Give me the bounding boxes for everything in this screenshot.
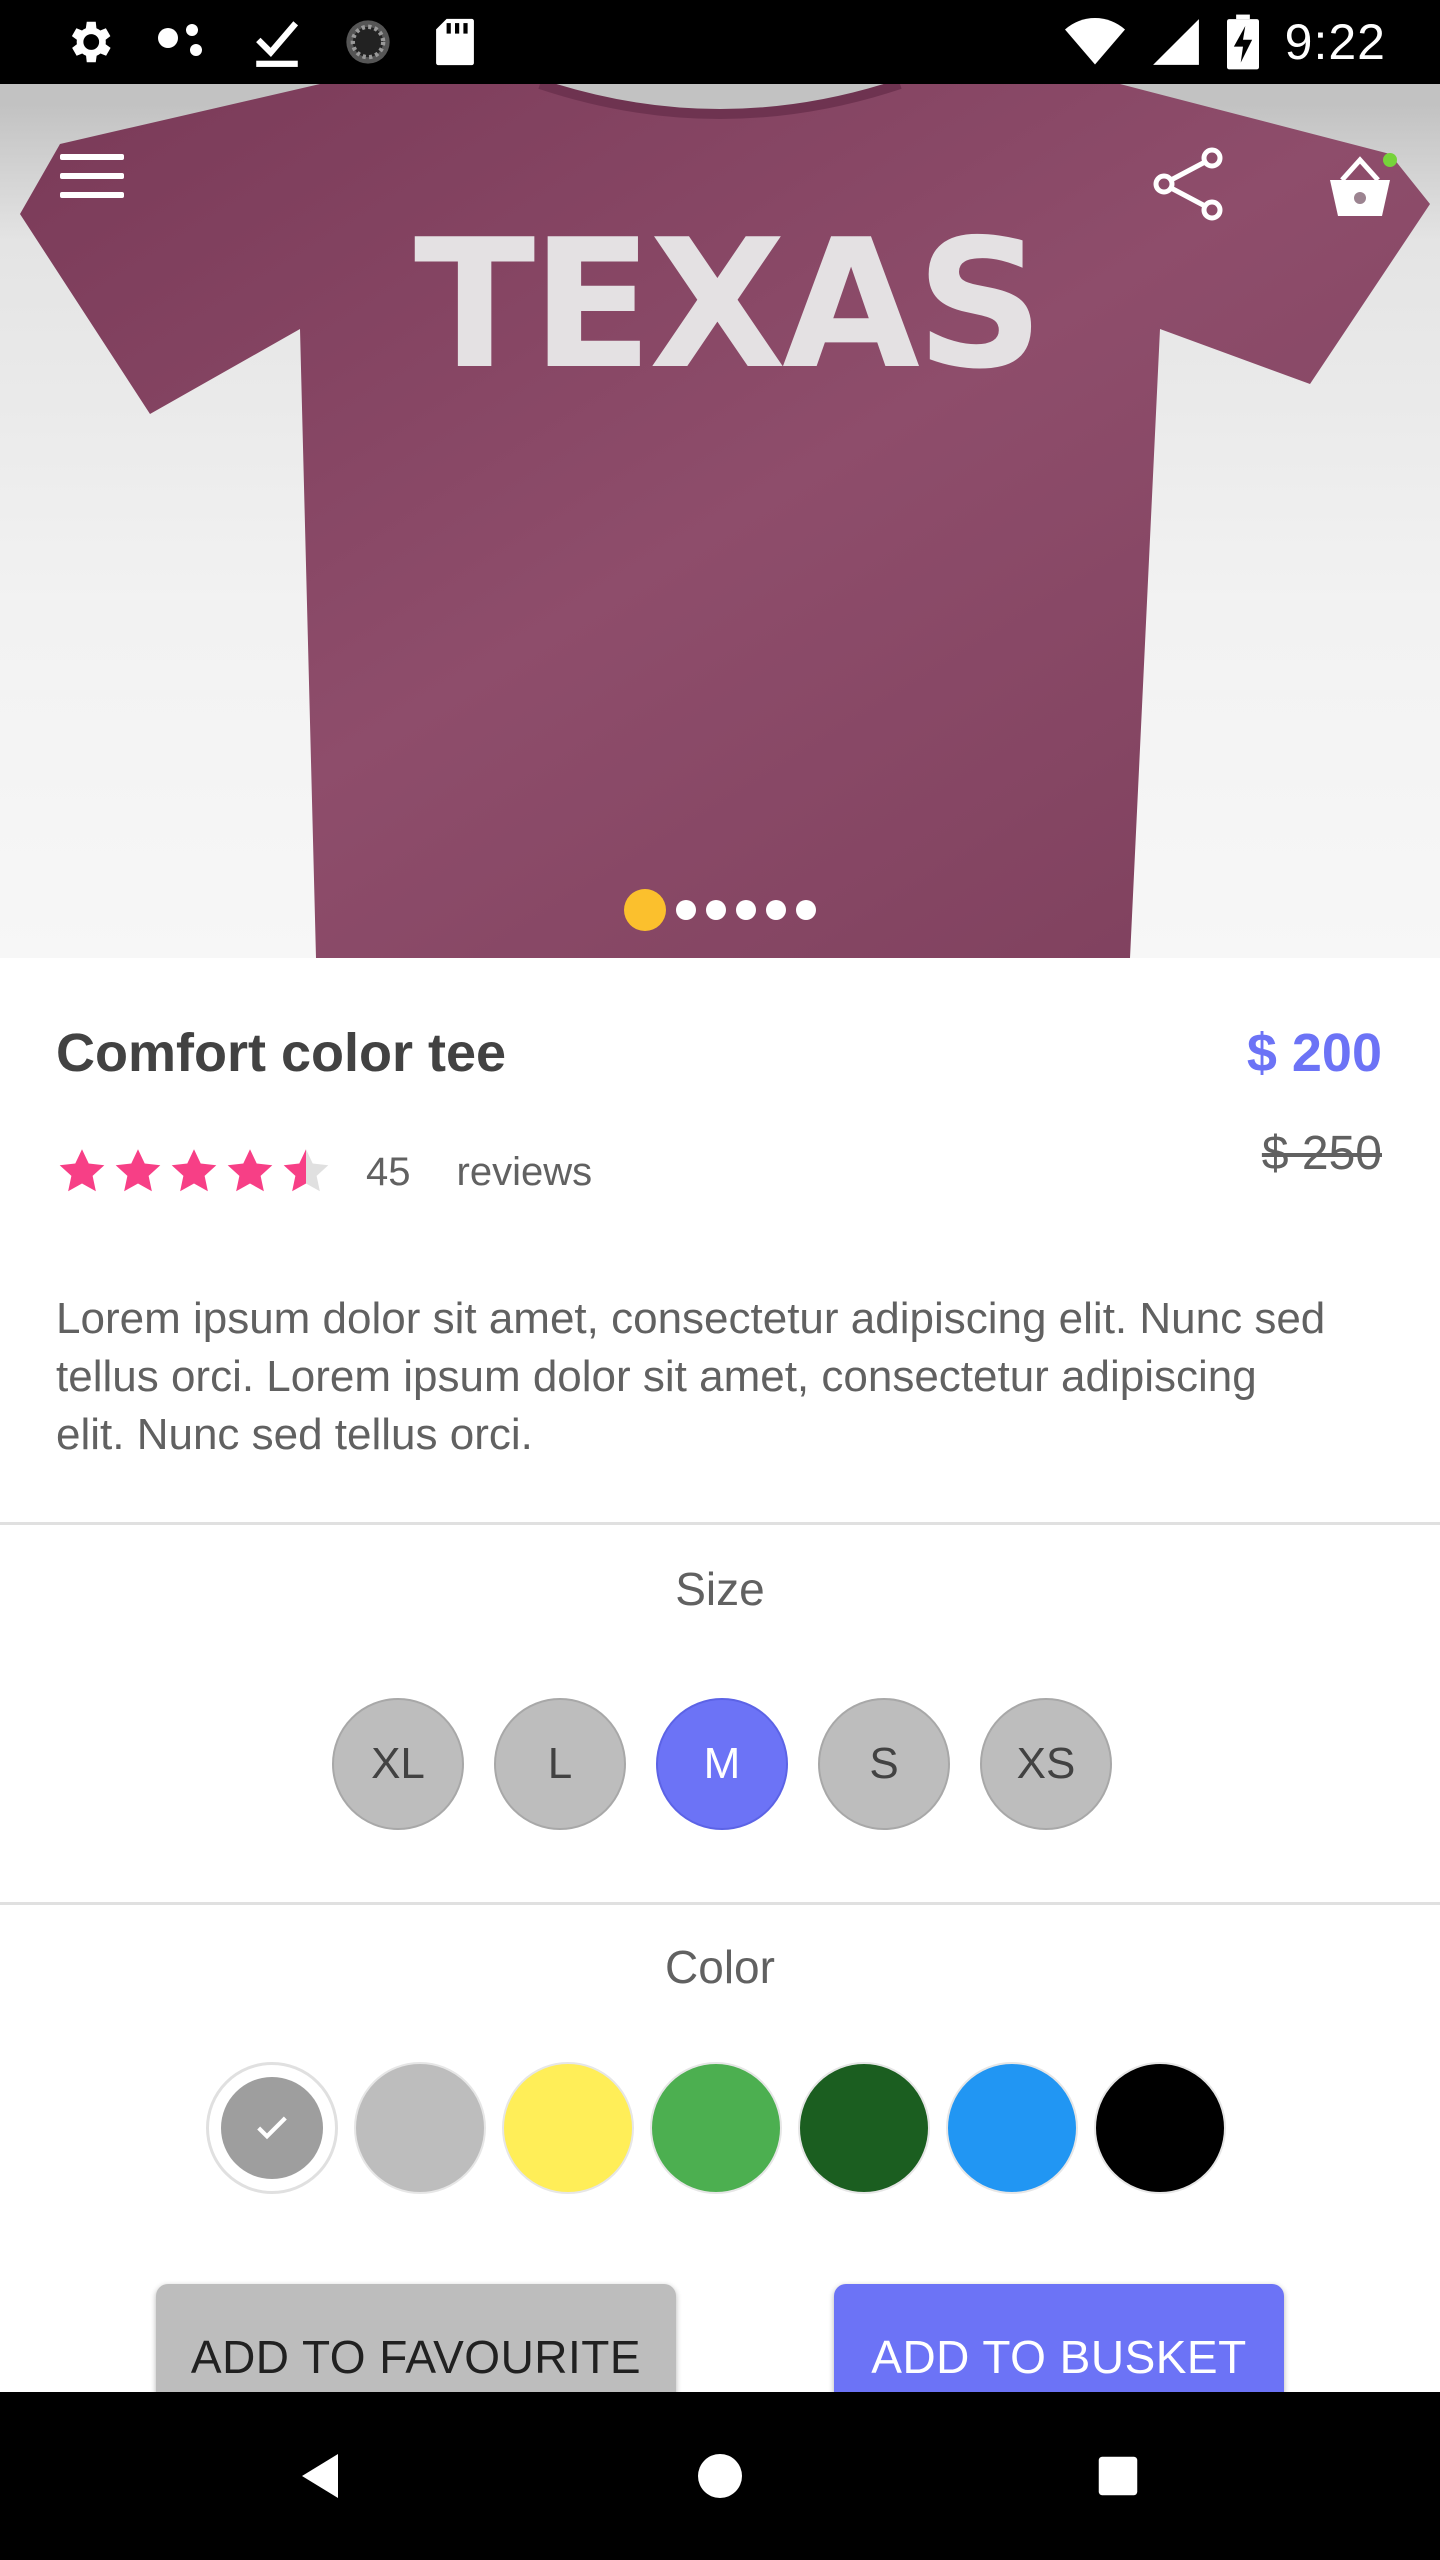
color-swatch[interactable] [354, 2062, 486, 2194]
recents-button[interactable] [1038, 2392, 1198, 2560]
product-price: $ 200 [1246, 1023, 1382, 1083]
color-selector [206, 2062, 1226, 2194]
size-option-s[interactable]: S [818, 1698, 950, 1830]
check-icon [257, 2116, 287, 2140]
divider [0, 1522, 1440, 1525]
status-bar: 9:22 [0, 0, 1440, 84]
carousel-dot[interactable] [766, 900, 786, 920]
carousel-dot[interactable] [676, 900, 696, 920]
back-icon [302, 2454, 338, 2498]
spinner-icon [346, 20, 390, 64]
dots-icon [158, 24, 202, 56]
menu-icon [60, 154, 124, 160]
add-to-basket-button[interactable]: ADD TO BUSKET [834, 2284, 1284, 2404]
size-option-m[interactable]: M [656, 1698, 788, 1830]
sd-card-icon [436, 18, 474, 66]
basket-badge [1383, 153, 1397, 167]
divider [0, 1902, 1440, 1905]
size-section-title: Size [675, 1563, 765, 1615]
size-option-xs[interactable]: XS [980, 1698, 1112, 1830]
download-done-icon [256, 21, 299, 67]
share-icon[interactable] [1150, 144, 1230, 224]
color-swatch[interactable] [946, 2062, 1078, 2194]
carousel-dot[interactable] [736, 900, 756, 920]
menu-icon-line [60, 192, 124, 198]
color-swatch[interactable] [650, 2062, 782, 2194]
color-swatch[interactable] [502, 2062, 634, 2194]
signal-icon [1152, 19, 1199, 65]
add-to-favourite-button[interactable]: ADD TO FAVOURITE [156, 2284, 676, 2404]
color-section-title: Color [665, 1941, 775, 1993]
star-icon [283, 1149, 329, 1192]
product-old-price: $ 250 [1261, 1127, 1382, 1180]
star-icon [59, 1149, 105, 1192]
status-right-icons: 9:22 [1064, 12, 1386, 72]
star-icon [227, 1149, 273, 1192]
color-swatch[interactable] [206, 2062, 338, 2194]
color-swatch[interactable] [798, 2062, 930, 2194]
menu-icon-line [60, 173, 124, 179]
shirt-print-text: TEXAS [414, 201, 1040, 408]
size-option-xl[interactable]: XL [332, 1698, 464, 1830]
size-selector: XL L M S XS [332, 1698, 1112, 1830]
status-time: 9:22 [1284, 14, 1386, 70]
basket-icon[interactable] [1320, 146, 1400, 226]
color-swatch[interactable] [1094, 2062, 1226, 2194]
carousel-dot-active[interactable] [624, 889, 666, 931]
product-title: Comfort color tee [56, 1023, 507, 1083]
status-left-icons [62, 14, 476, 70]
carousel-dot[interactable] [706, 900, 726, 920]
product-image-carousel[interactable]: TEXAS [0, 84, 1440, 958]
carousel-indicator [624, 889, 816, 931]
product-description: Lorem ipsum dolor sit amet, consectetur … [56, 1294, 1326, 1459]
wifi-icon [1064, 18, 1125, 65]
home-button[interactable] [640, 2392, 800, 2560]
recents-icon [1098, 2456, 1138, 2496]
star-icon [171, 1149, 217, 1192]
rating-stars [56, 1146, 332, 1198]
carousel-dot[interactable] [796, 900, 816, 920]
menu-button[interactable] [60, 154, 136, 214]
review-count: 45 [366, 1149, 411, 1194]
home-icon [698, 2454, 742, 2498]
reviews-link[interactable]: reviews [457, 1150, 593, 1195]
gear-icon [71, 21, 111, 63]
battery-charging-icon [1226, 14, 1259, 70]
product-rating: 45 reviews [56, 1146, 592, 1198]
size-option-l[interactable]: L [494, 1698, 626, 1830]
system-nav-bar [0, 2392, 1440, 2560]
star-icon [115, 1149, 161, 1192]
back-button[interactable] [240, 2392, 400, 2560]
